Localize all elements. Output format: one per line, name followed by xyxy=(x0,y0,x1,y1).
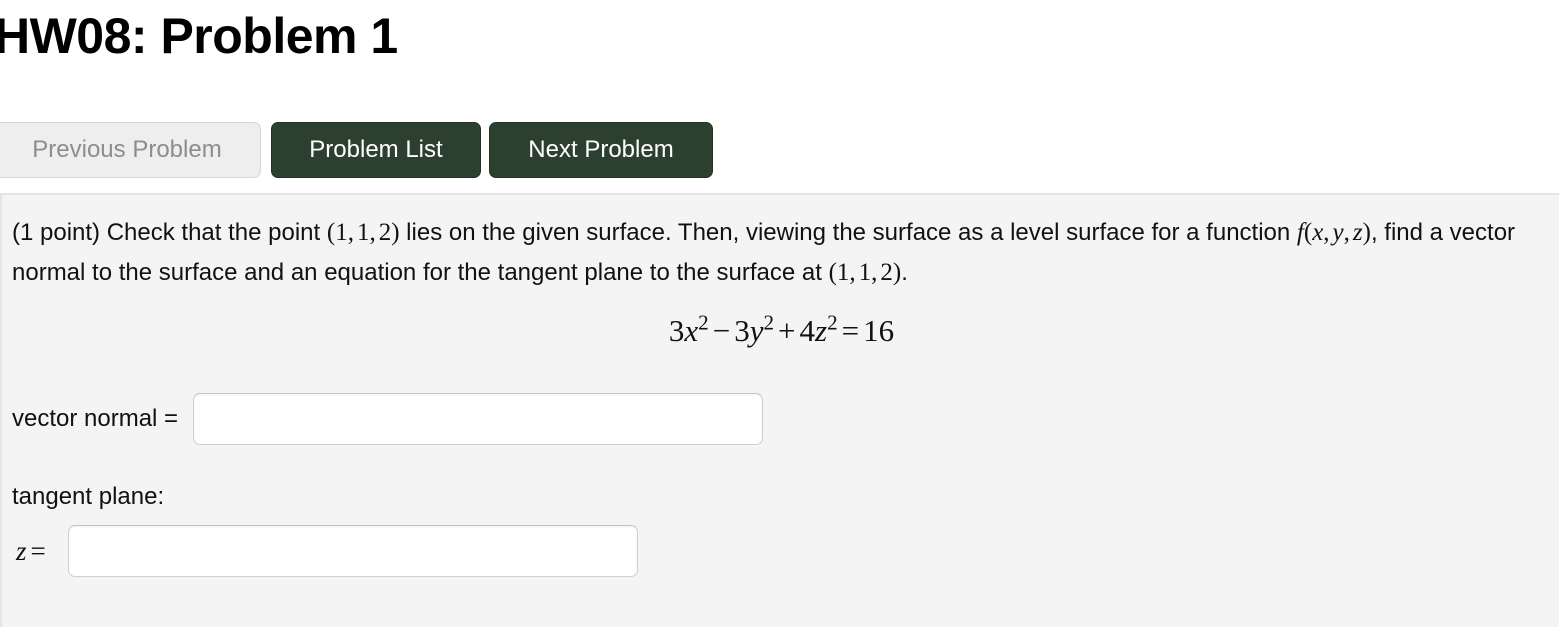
point-coord-1: 1 xyxy=(335,219,348,246)
func-comma-2: , xyxy=(1343,219,1350,246)
problem-statement: (1 point) Check that the point (1, 1, 2) l… xyxy=(12,213,1552,293)
next-problem-button[interactable]: Next Problem xyxy=(489,122,713,178)
eq-var-z: z xyxy=(814,313,828,348)
problem-points-prefix: (1 point) Check that the point xyxy=(12,219,327,246)
surface-equation: 3x2−3y2 +4z2 = 16 xyxy=(2,310,1559,349)
tangent-plane-row: z = xyxy=(16,525,638,577)
paren2-open: ( xyxy=(828,259,837,286)
eq-coeff-1: 3 xyxy=(668,313,685,348)
point-expression-2: (1, 1, 2) xyxy=(829,259,902,286)
problem-page: HW08: Problem 1 Previous Problem Problem… xyxy=(0,0,1559,627)
z-variable: z xyxy=(16,535,27,566)
eq-var-y: y xyxy=(749,313,764,348)
eq-coeff-2: 3 xyxy=(734,313,750,348)
paren2-close: ) xyxy=(892,259,902,286)
eq-operator-plus: + xyxy=(778,313,796,348)
header-area: HW08: Problem 1 Previous Problem Problem… xyxy=(0,0,1559,194)
z-equals-sign: = xyxy=(30,535,46,566)
point-comma-1: , xyxy=(347,219,354,246)
eq-exp-1: 2 xyxy=(698,310,709,335)
func-var-z: z xyxy=(1352,219,1363,246)
previous-problem-button[interactable]: Previous Problem xyxy=(0,122,261,178)
problem-list-button[interactable]: Problem List xyxy=(271,122,481,178)
eq-right-hand-side: 16 xyxy=(863,313,895,348)
point-coord-2: 1 xyxy=(356,219,370,246)
func-var-x: x xyxy=(1312,219,1324,246)
eq-var-x: x xyxy=(684,313,699,348)
eq-equals-sign: = xyxy=(841,313,860,348)
eq-coeff-3: 4 xyxy=(799,313,815,348)
problem-text-end: . xyxy=(901,259,908,286)
tangent-plane-label: tangent plane: xyxy=(12,483,165,510)
point-expression: (1, 1, 2) xyxy=(327,219,400,246)
problem-panel: (1 point) Check that the point (1, 1, 2) l… xyxy=(0,195,1559,627)
page-title: HW08: Problem 1 xyxy=(0,8,398,64)
problem-text-mid: lies on the given surface. Then, viewing… xyxy=(399,219,1297,246)
func-var-y: y xyxy=(1332,219,1344,246)
point-coord-3: 2 xyxy=(378,219,392,246)
point2-coord-3: 2 xyxy=(880,259,893,286)
function-expression: f(x, y, z) xyxy=(1297,219,1371,246)
paren-close: ) xyxy=(391,219,400,246)
func-comma-1: , xyxy=(1323,219,1330,246)
eq-exp-3: 2 xyxy=(827,310,838,335)
function-name: f xyxy=(1296,219,1304,246)
func-paren-close: ) xyxy=(1362,219,1371,246)
vector-normal-row: vector normal = xyxy=(12,393,764,445)
eq-exp-2: 2 xyxy=(763,310,774,335)
point2-comma-2: , xyxy=(871,259,878,286)
func-paren-open: ( xyxy=(1303,219,1313,246)
paren-open: ( xyxy=(326,219,336,246)
eq-operator-minus: − xyxy=(712,313,731,348)
point2-coord-2: 1 xyxy=(858,259,872,286)
z-equals-label: z = xyxy=(16,536,50,567)
vector-normal-label: vector normal = xyxy=(12,405,179,432)
point2-coord-1: 1 xyxy=(836,259,850,286)
vector-normal-input[interactable] xyxy=(193,393,764,445)
tangent-plane-input[interactable] xyxy=(67,525,638,577)
point2-comma-1: , xyxy=(849,259,856,286)
point-comma-2: , xyxy=(369,219,376,246)
